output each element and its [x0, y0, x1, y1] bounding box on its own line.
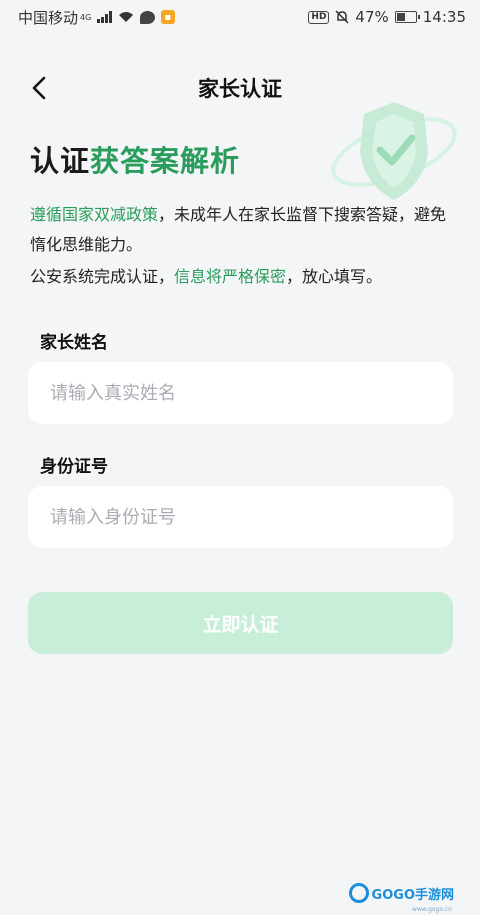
page-title: 家长认证	[198, 77, 282, 101]
mute-bell-icon	[335, 10, 349, 24]
hd-icon: HD	[308, 10, 330, 24]
network-type: 4G	[80, 12, 92, 22]
watermark-text: GOGO手游网	[371, 887, 454, 903]
name-input[interactable]	[28, 362, 453, 424]
back-arrow-icon[interactable]	[28, 74, 52, 102]
id-label: 身份证号	[40, 457, 108, 477]
headline-part2: 获答案解析	[90, 144, 241, 178]
carrier-name: 中国移动	[18, 8, 79, 27]
headline: 认证获答案解析	[30, 138, 240, 180]
name-label: 家长姓名	[40, 333, 108, 353]
message-icon	[139, 10, 155, 24]
app-notification-icon: ▪	[160, 10, 175, 24]
headline-part1: 认证	[30, 144, 91, 178]
battery-percent: 47%	[355, 8, 389, 26]
shield-check-decoration-icon	[331, 102, 457, 200]
signal-icon	[97, 11, 112, 23]
wifi-icon	[118, 12, 133, 22]
watermark-logo: GOGO手游网	[348, 883, 454, 903]
policy-highlight: 遵循国家双减政策	[30, 205, 159, 224]
privacy-text-start: 公安系统完成认证，	[30, 267, 175, 286]
status-bar: 中国移动 4G ▪ HD 47% 14:35	[0, 0, 480, 34]
policy-description: 遵循国家双减政策，未成年人在家长监督下搜索答疑，避免惰化思维能力。	[30, 200, 460, 260]
privacy-text-end: ，放心填写。	[286, 267, 383, 286]
watermark-subtext: www.gogo.cn	[412, 906, 452, 913]
privacy-description: 公安系统完成认证，信息将严格保密，放心填写。	[30, 262, 460, 292]
battery-icon	[394, 11, 420, 23]
privacy-highlight: 信息将严格保密	[174, 267, 287, 286]
id-number-input[interactable]	[28, 486, 453, 548]
submit-verify-button[interactable]: 立即认证	[28, 592, 453, 654]
clock: 14:35	[422, 8, 466, 26]
gogo-logo-icon	[348, 883, 369, 903]
